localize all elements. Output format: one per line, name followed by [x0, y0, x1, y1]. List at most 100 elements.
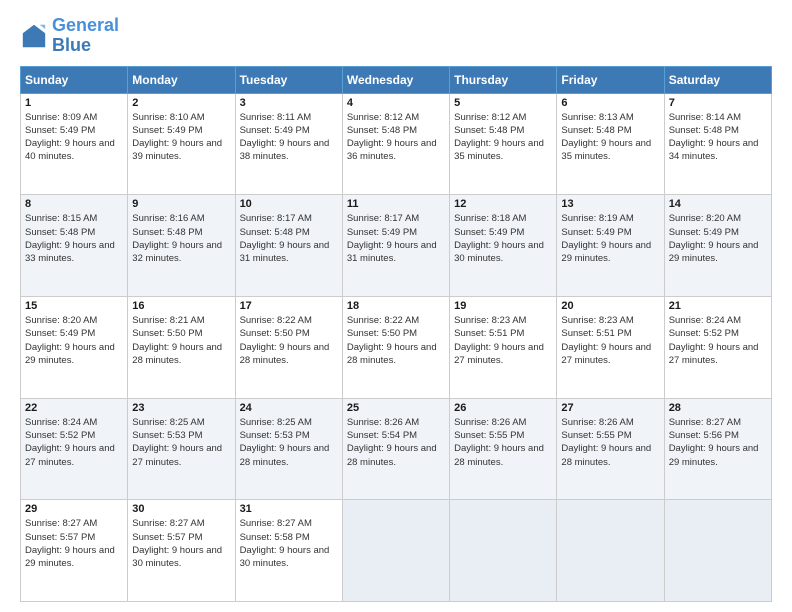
day-info: Sunrise: 8:23 AM Sunset: 5:51 PM Dayligh…: [454, 314, 552, 367]
daylight-label: Daylight: 9 hours and 30 minutes.: [454, 240, 544, 264]
day-number: 22: [25, 402, 123, 414]
calendar-cell: 26 Sunrise: 8:26 AM Sunset: 5:55 PM Dayl…: [450, 398, 557, 500]
sunset-label: Sunset: 5:48 PM: [240, 227, 310, 238]
day-info: Sunrise: 8:10 AM Sunset: 5:49 PM Dayligh…: [132, 111, 230, 164]
col-sunday: Sunday: [21, 66, 128, 93]
daylight-label: Daylight: 9 hours and 39 minutes.: [132, 138, 222, 162]
day-number: 8: [25, 198, 123, 210]
sunset-label: Sunset: 5:57 PM: [25, 532, 95, 543]
daylight-label: Daylight: 9 hours and 30 minutes.: [132, 545, 222, 569]
sunset-label: Sunset: 5:49 PM: [347, 227, 417, 238]
day-number: 2: [132, 97, 230, 109]
logo-icon: [20, 22, 48, 50]
daylight-label: Daylight: 9 hours and 27 minutes.: [561, 342, 651, 366]
sunset-label: Sunset: 5:56 PM: [669, 430, 739, 441]
day-number: 30: [132, 503, 230, 515]
day-info: Sunrise: 8:23 AM Sunset: 5:51 PM Dayligh…: [561, 314, 659, 367]
calendar-cell: 21 Sunrise: 8:24 AM Sunset: 5:52 PM Dayl…: [664, 296, 771, 398]
day-number: 23: [132, 402, 230, 414]
sunrise-label: Sunrise: 8:27 AM: [25, 518, 97, 529]
calendar-cell: 5 Sunrise: 8:12 AM Sunset: 5:48 PM Dayli…: [450, 93, 557, 195]
calendar-cell: 22 Sunrise: 8:24 AM Sunset: 5:52 PM Dayl…: [21, 398, 128, 500]
sunrise-label: Sunrise: 8:20 AM: [25, 315, 97, 326]
day-info: Sunrise: 8:09 AM Sunset: 5:49 PM Dayligh…: [25, 111, 123, 164]
col-wednesday: Wednesday: [342, 66, 449, 93]
sunrise-label: Sunrise: 8:12 AM: [347, 112, 419, 123]
sunrise-label: Sunrise: 8:17 AM: [347, 213, 419, 224]
sunrise-label: Sunrise: 8:23 AM: [561, 315, 633, 326]
daylight-label: Daylight: 9 hours and 28 minutes.: [132, 342, 222, 366]
day-number: 3: [240, 97, 338, 109]
sunset-label: Sunset: 5:58 PM: [240, 532, 310, 543]
day-info: Sunrise: 8:25 AM Sunset: 5:53 PM Dayligh…: [240, 416, 338, 469]
daylight-label: Daylight: 9 hours and 31 minutes.: [240, 240, 330, 264]
day-number: 21: [669, 300, 767, 312]
day-info: Sunrise: 8:27 AM Sunset: 5:57 PM Dayligh…: [132, 517, 230, 570]
col-saturday: Saturday: [664, 66, 771, 93]
daylight-label: Daylight: 9 hours and 29 minutes.: [669, 443, 759, 467]
daylight-label: Daylight: 9 hours and 27 minutes.: [25, 443, 115, 467]
sunrise-label: Sunrise: 8:22 AM: [347, 315, 419, 326]
daylight-label: Daylight: 9 hours and 29 minutes.: [669, 240, 759, 264]
sunrise-label: Sunrise: 8:18 AM: [454, 213, 526, 224]
day-info: Sunrise: 8:24 AM Sunset: 5:52 PM Dayligh…: [669, 314, 767, 367]
sunrise-label: Sunrise: 8:24 AM: [669, 315, 741, 326]
week-row-5: 29 Sunrise: 8:27 AM Sunset: 5:57 PM Dayl…: [21, 500, 772, 602]
sunrise-label: Sunrise: 8:20 AM: [669, 213, 741, 224]
day-number: 1: [25, 97, 123, 109]
calendar-cell: 10 Sunrise: 8:17 AM Sunset: 5:48 PM Dayl…: [235, 195, 342, 297]
sunset-label: Sunset: 5:49 PM: [561, 227, 631, 238]
day-info: Sunrise: 8:26 AM Sunset: 5:55 PM Dayligh…: [454, 416, 552, 469]
sunrise-label: Sunrise: 8:27 AM: [240, 518, 312, 529]
sunset-label: Sunset: 5:55 PM: [454, 430, 524, 441]
daylight-label: Daylight: 9 hours and 31 minutes.: [347, 240, 437, 264]
sunrise-label: Sunrise: 8:23 AM: [454, 315, 526, 326]
col-monday: Monday: [128, 66, 235, 93]
day-info: Sunrise: 8:15 AM Sunset: 5:48 PM Dayligh…: [25, 212, 123, 265]
day-number: 26: [454, 402, 552, 414]
calendar-cell: 2 Sunrise: 8:10 AM Sunset: 5:49 PM Dayli…: [128, 93, 235, 195]
calendar-cell: 14 Sunrise: 8:20 AM Sunset: 5:49 PM Dayl…: [664, 195, 771, 297]
day-info: Sunrise: 8:17 AM Sunset: 5:48 PM Dayligh…: [240, 212, 338, 265]
sunset-label: Sunset: 5:48 PM: [132, 227, 202, 238]
daylight-label: Daylight: 9 hours and 29 minutes.: [561, 240, 651, 264]
daylight-label: Daylight: 9 hours and 27 minutes.: [669, 342, 759, 366]
sunset-label: Sunset: 5:49 PM: [25, 328, 95, 339]
daylight-label: Daylight: 9 hours and 38 minutes.: [240, 138, 330, 162]
day-number: 13: [561, 198, 659, 210]
sunrise-label: Sunrise: 8:24 AM: [25, 417, 97, 428]
calendar-table: Sunday Monday Tuesday Wednesday Thursday…: [20, 66, 772, 602]
day-info: Sunrise: 8:22 AM Sunset: 5:50 PM Dayligh…: [240, 314, 338, 367]
day-info: Sunrise: 8:27 AM Sunset: 5:56 PM Dayligh…: [669, 416, 767, 469]
sunset-label: Sunset: 5:53 PM: [240, 430, 310, 441]
sunrise-label: Sunrise: 8:11 AM: [240, 112, 312, 123]
day-number: 25: [347, 402, 445, 414]
calendar-cell: [342, 500, 449, 602]
calendar-cell: 1 Sunrise: 8:09 AM Sunset: 5:49 PM Dayli…: [21, 93, 128, 195]
daylight-label: Daylight: 9 hours and 28 minutes.: [561, 443, 651, 467]
daylight-label: Daylight: 9 hours and 30 minutes.: [240, 545, 330, 569]
sunset-label: Sunset: 5:48 PM: [561, 125, 631, 136]
sunset-label: Sunset: 5:51 PM: [454, 328, 524, 339]
daylight-label: Daylight: 9 hours and 27 minutes.: [132, 443, 222, 467]
day-info: Sunrise: 8:13 AM Sunset: 5:48 PM Dayligh…: [561, 111, 659, 164]
day-number: 31: [240, 503, 338, 515]
calendar-cell: 29 Sunrise: 8:27 AM Sunset: 5:57 PM Dayl…: [21, 500, 128, 602]
day-info: Sunrise: 8:26 AM Sunset: 5:54 PM Dayligh…: [347, 416, 445, 469]
day-info: Sunrise: 8:21 AM Sunset: 5:50 PM Dayligh…: [132, 314, 230, 367]
sunrise-label: Sunrise: 8:17 AM: [240, 213, 312, 224]
week-row-1: 1 Sunrise: 8:09 AM Sunset: 5:49 PM Dayli…: [21, 93, 772, 195]
sunset-label: Sunset: 5:49 PM: [669, 227, 739, 238]
sunset-label: Sunset: 5:57 PM: [132, 532, 202, 543]
calendar-cell: [450, 500, 557, 602]
daylight-label: Daylight: 9 hours and 35 minutes.: [561, 138, 651, 162]
daylight-label: Daylight: 9 hours and 28 minutes.: [454, 443, 544, 467]
day-number: 14: [669, 198, 767, 210]
calendar-cell: 6 Sunrise: 8:13 AM Sunset: 5:48 PM Dayli…: [557, 93, 664, 195]
day-number: 17: [240, 300, 338, 312]
calendar-cell: 11 Sunrise: 8:17 AM Sunset: 5:49 PM Dayl…: [342, 195, 449, 297]
daylight-label: Daylight: 9 hours and 28 minutes.: [240, 443, 330, 467]
calendar-cell: 9 Sunrise: 8:16 AM Sunset: 5:48 PM Dayli…: [128, 195, 235, 297]
sunrise-label: Sunrise: 8:22 AM: [240, 315, 312, 326]
day-info: Sunrise: 8:17 AM Sunset: 5:49 PM Dayligh…: [347, 212, 445, 265]
